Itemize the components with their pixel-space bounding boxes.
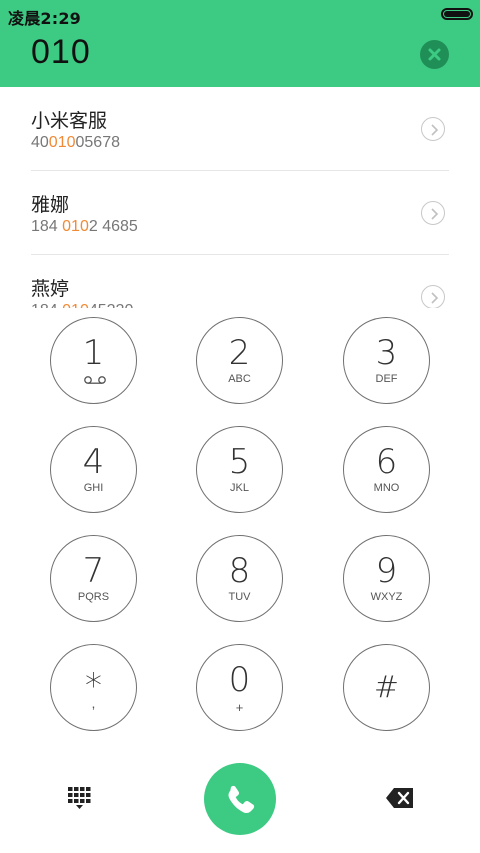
key-6[interactable]: 6 MNO (343, 426, 430, 513)
contact-name: 小米客服 (31, 110, 108, 132)
key-2[interactable]: 2 ABC (196, 317, 283, 404)
contact-number: 184 0102 4685 (31, 218, 138, 235)
clear-input-button[interactable] (420, 40, 449, 69)
dialer-header: 凌晨2:29 010 (0, 0, 480, 87)
key-7[interactable]: 7 PQRS (50, 535, 137, 622)
contact-detail-button[interactable] (421, 117, 445, 141)
key-1[interactable]: 1 (50, 317, 137, 404)
contact-detail-button[interactable] (421, 285, 445, 308)
key-star[interactable]: * , (50, 644, 137, 731)
contact-results-list: 小米客服 4001005678 雅娜 184 0102 4685 燕婷 184 … (0, 87, 480, 308)
chevron-right-icon (431, 208, 439, 220)
voicemail-icon (84, 376, 106, 384)
contact-number: 4001005678 (31, 134, 120, 151)
contact-result-item[interactable]: 燕婷 184 01045220 (0, 255, 480, 308)
match-highlight: 010 (48, 134, 76, 151)
clear-input-icon (428, 48, 441, 61)
status-time: 凌晨2:29 (8, 9, 81, 28)
key-8[interactable]: 8 TUV (196, 535, 283, 622)
key-4[interactable]: 4 GHI (50, 426, 137, 513)
dialed-number-display[interactable]: 010 (31, 33, 91, 72)
contact-detail-button[interactable] (421, 201, 445, 225)
chevron-right-icon (431, 124, 439, 136)
contact-name: 燕婷 (31, 278, 70, 300)
call-button[interactable] (204, 763, 276, 835)
key-9[interactable]: 9 WXYZ (343, 535, 430, 622)
backspace-icon[interactable] (385, 787, 415, 809)
key-pound[interactable]: # (343, 644, 430, 731)
key-3[interactable]: 3 DEF (343, 317, 430, 404)
match-highlight: 010 (62, 218, 89, 235)
phone-icon (228, 785, 255, 813)
contact-result-item[interactable]: 雅娜 184 0102 4685 (0, 171, 480, 255)
contact-result-item[interactable]: 小米客服 4001005678 (0, 87, 480, 171)
chevron-right-icon (431, 292, 439, 304)
dialpad-icon[interactable] (67, 785, 93, 811)
key-5[interactable]: 5 JKL (196, 426, 283, 513)
contact-name: 雅娜 (31, 194, 70, 216)
battery-icon (441, 8, 473, 20)
key-0[interactable]: 0 + (196, 644, 283, 731)
